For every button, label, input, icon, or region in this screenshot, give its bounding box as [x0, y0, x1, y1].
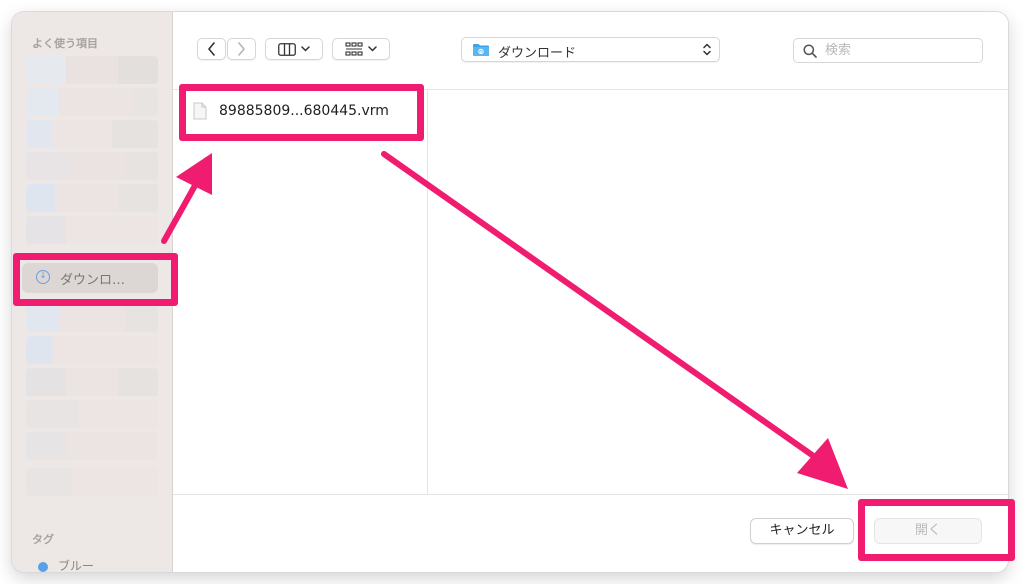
redacted-sidebar-item[interactable]: [26, 468, 158, 496]
location-label: ダウンロード: [498, 46, 577, 61]
redacted-sidebar-item[interactable]: [26, 88, 158, 116]
chevron-down-icon: [368, 46, 377, 52]
group-button[interactable]: [332, 38, 390, 60]
grid-group-icon: [345, 42, 363, 56]
toolbar: ダウンロード: [173, 12, 1008, 90]
redacted-sidebar-item[interactable]: [26, 400, 158, 428]
tag-label[interactable]: ブルー: [58, 557, 94, 572]
chevron-left-icon: [208, 42, 215, 56]
location-popup[interactable]: ダウンロード: [461, 37, 720, 62]
redacted-sidebar-item[interactable]: [26, 336, 158, 364]
redacted-sidebar-item[interactable]: [26, 152, 158, 180]
search-icon: [803, 44, 817, 58]
file-column: 89885809...680445.vrm: [173, 90, 428, 494]
tags-section-title: タグ: [32, 533, 54, 546]
favorites-section-title: よく使う項目: [32, 37, 98, 50]
redacted-sidebar-item[interactable]: [26, 120, 158, 148]
redacted-sidebar-item[interactable]: [26, 56, 158, 84]
redacted-sidebar-item[interactable]: [26, 304, 158, 332]
redacted-sidebar-item[interactable]: [26, 216, 158, 244]
folder-icon: [473, 44, 489, 56]
search-field[interactable]: [793, 38, 983, 63]
forward-button[interactable]: [227, 38, 256, 60]
redacted-sidebar-item[interactable]: [26, 368, 158, 396]
chevron-down-icon: [301, 46, 310, 52]
search-input[interactable]: [825, 42, 975, 59]
back-button[interactable]: [197, 38, 226, 60]
open-button-highlight-box: [858, 499, 1015, 561]
up-down-chevron-icon: [703, 43, 711, 56]
redacted-sidebar-item[interactable]: [26, 432, 158, 460]
sidebar-highlight-box: [13, 253, 178, 306]
tag-color-dot: [38, 562, 48, 572]
cancel-button[interactable]: キャンセル: [750, 518, 854, 544]
columns-view-icon: [278, 42, 296, 56]
view-mode-button[interactable]: [265, 38, 323, 60]
chevron-right-icon: [238, 42, 245, 56]
redacted-sidebar-item[interactable]: [26, 184, 158, 212]
file-highlight-box: [179, 84, 424, 141]
